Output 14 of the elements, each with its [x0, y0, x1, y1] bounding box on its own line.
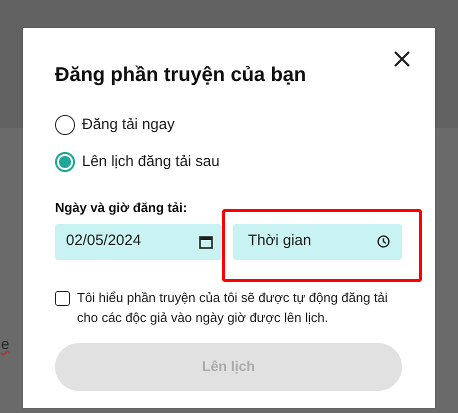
- radio-button[interactable]: [55, 115, 75, 136]
- clock-icon: [377, 235, 390, 248]
- field-label: Ngày và giờ đăng tải:: [55, 199, 188, 217]
- close-icon[interactable]: [393, 50, 411, 68]
- background-text: e: [1, 335, 10, 355]
- date-field[interactable]: 02/05/2024: [55, 224, 222, 260]
- calendar-icon: [199, 234, 213, 248]
- radio-label: Lên lịch đăng tải sau: [82, 152, 220, 172]
- checkbox[interactable]: [55, 290, 70, 306]
- time-field[interactable]: Thời gian: [233, 224, 402, 260]
- radio-label: Đăng tải ngay: [82, 115, 175, 135]
- dialog-title: Đăng phần truyện của bạn: [55, 63, 308, 88]
- consent-text: Tôi hiểu phần truyện của tôi sẽ được tự động đăng tải cho các độc giả vào ngày giờ được lên lịch.: [77, 288, 389, 327]
- radio-button[interactable]: [55, 152, 75, 172]
